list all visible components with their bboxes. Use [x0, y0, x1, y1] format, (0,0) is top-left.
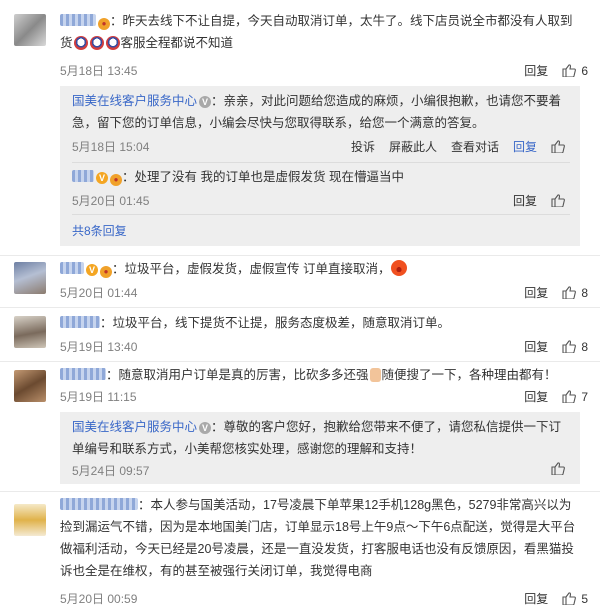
comment-text: ● ：昨天去线下不让自提，今天自动取消订单，太牛了。线下店员说全市都没有人取到货客…: [60, 14, 573, 50]
comment-actions: 回复 8: [510, 338, 588, 355]
username[interactable]: [60, 368, 106, 380]
like-count: 7: [581, 389, 588, 404]
username[interactable]: [60, 498, 138, 510]
thumbs-up-emoji-icon: [369, 368, 381, 382]
reply-item: 国美在线客户服务中心 V ：亲亲，对此问题给您造成的麻烦，小编很抱歉，也请您不要着急…: [72, 90, 570, 156]
medal-icon: ●: [100, 266, 112, 278]
comment-item: ：垃圾平台，线下提货不让提，服务态度极差，随意取消订单。 5月19日 13:40…: [0, 308, 600, 362]
more-replies-link[interactable]: 共8条回复: [72, 222, 127, 239]
reply-actions: 投诉 屏蔽此人 查看对话 回复: [337, 138, 570, 155]
like-count: 8: [581, 285, 588, 300]
divider: [72, 162, 570, 163]
comment-actions: 回复 6: [510, 62, 588, 79]
reply-text: 国美在线客户服务中心 V ：尊敬的客户您好，抱歉给您带来不便了，请您私信提供一下订单…: [72, 420, 562, 456]
comment-item: ：随意取消用户订单是真的厉害，比砍多多还强 随便搜了一下，各种理由都有！ 5月19…: [0, 362, 600, 492]
verified-icon: V: [86, 264, 98, 276]
comment-item: ：本人参与国美活动，17号凌晨下单苹果12手机128g黑色，5279非常高兴以为…: [0, 492, 600, 616]
like-button[interactable]: 8: [562, 286, 588, 300]
thumbs-up-icon: [562, 592, 577, 605]
avatar[interactable]: [14, 262, 46, 294]
thumbs-up-icon: [551, 462, 565, 475]
medal-icon: ●: [110, 174, 122, 186]
comment-time: 5月19日 11:15: [60, 390, 137, 404]
avatar[interactable]: [14, 370, 46, 402]
reply-button[interactable]: 回复: [524, 62, 548, 79]
like-button[interactable]: [551, 194, 570, 207]
thumbs-up-icon: [562, 64, 577, 77]
like-count: 5: [581, 591, 588, 606]
comment-item: V ● ：垃圾平台，虚假发货，虚假宣传 订单直接取消， 5月20日 01:44 回复…: [0, 256, 600, 308]
avatar[interactable]: [14, 14, 46, 46]
username[interactable]: [60, 14, 96, 26]
reply-author[interactable]: 国美在线客户服务中心: [72, 94, 197, 108]
comment-time: 5月20日 00:59: [60, 592, 138, 606]
username[interactable]: [60, 316, 100, 328]
reply-box: 国美在线客户服务中心 V ：亲亲，对此问题给您造成的麻烦，小编很抱歉，也请您不要着急…: [60, 86, 580, 246]
like-button[interactable]: 6: [562, 64, 588, 78]
like-button[interactable]: [551, 462, 570, 475]
view-conversation-button[interactable]: 查看对话: [451, 138, 499, 155]
avatar[interactable]: [14, 316, 46, 348]
reply-time: 5月18日 15:04: [72, 140, 150, 154]
comment-time: 5月20日 01:44: [60, 286, 138, 300]
like-button[interactable]: 5: [562, 592, 588, 606]
verified-icon: V: [199, 422, 212, 434]
report-button[interactable]: 投诉: [351, 138, 375, 155]
like-button[interactable]: 7: [562, 390, 588, 404]
reply-actions: 回复: [499, 192, 570, 209]
like-count: 8: [581, 339, 588, 354]
reply-text: V ● ：处理了没有 我的订单也是虚假发货 现在懵逼当中: [72, 166, 570, 188]
divider: [72, 214, 570, 215]
reply-button[interactable]: 回复: [524, 284, 548, 301]
reply-actions: [537, 462, 570, 475]
like-button[interactable]: 8: [562, 340, 588, 354]
reply-author[interactable]: [72, 170, 94, 182]
reply-button[interactable]: 回复: [524, 338, 548, 355]
comment-text: ：本人参与国美活动，17号凌晨下单苹果12手机128g黑色，5279非常高兴以为…: [60, 498, 576, 578]
comment-item: ● ：昨天去线下不让自提，今天自动取消订单，太牛了。线下店员说全市都没有人取到货客…: [0, 0, 600, 256]
comment-time: 5月19日 13:40: [60, 340, 138, 354]
reply-button[interactable]: 回复: [524, 388, 548, 405]
crying-emoji-icon: [73, 36, 88, 50]
crying-emoji-icon: [89, 36, 104, 50]
comment-actions: 回复 7: [510, 388, 588, 405]
reply-button[interactable]: 回复: [513, 138, 537, 155]
thumbs-up-icon: [551, 194, 565, 207]
thumbs-up-icon: [562, 286, 577, 299]
comment-text: ：垃圾平台，线下提货不让提，服务态度极差，随意取消订单。: [60, 312, 576, 334]
comment-list: ● ：昨天去线下不让自提，今天自动取消订单，太牛了。线下店员说全市都没有人取到货客…: [0, 0, 600, 616]
reply-button[interactable]: 回复: [513, 192, 537, 209]
verified-icon: V: [199, 96, 212, 108]
username[interactable]: [60, 262, 84, 274]
avatar[interactable]: [14, 504, 46, 536]
medal-icon: ●: [98, 18, 110, 30]
comment-actions: 回复 8: [510, 284, 588, 301]
reply-item: V ● ：处理了没有 我的订单也是虚假发货 现在懵逼当中 5月20日 01:45 回…: [72, 166, 570, 209]
reply-time: 5月24日 09:57: [72, 464, 150, 478]
angry-emoji-icon: [391, 260, 408, 276]
reply-box: 国美在线客户服务中心 V ：尊敬的客户您好，抱歉给您带来不便了，请您私信提供一下订单…: [60, 412, 580, 484]
reply-author[interactable]: 国美在线客户服务中心: [72, 420, 197, 434]
thumbs-up-icon: [551, 140, 565, 153]
comment-actions: 回复 5: [510, 590, 588, 607]
block-user-button[interactable]: 屏蔽此人: [389, 138, 437, 155]
reply-text: 国美在线客户服务中心 V ：亲亲，对此问题给您造成的麻烦，小编很抱歉，也请您不要着急…: [72, 94, 562, 130]
thumbs-up-icon: [562, 340, 577, 353]
thumbs-up-icon: [562, 390, 577, 403]
comment-text: V ● ：垃圾平台，虚假发货，虚假宣传 订单直接取消，: [60, 258, 576, 280]
comment-text: ：随意取消用户订单是真的厉害，比砍多多还强 随便搜了一下，各种理由都有！: [60, 364, 576, 386]
reply-item: 国美在线客户服务中心 V ：尊敬的客户您好，抱歉给您带来不便了，请您私信提供一下订单…: [72, 416, 570, 480]
comment-time: 5月18日 13:45: [60, 64, 138, 78]
reply-button[interactable]: 回复: [524, 590, 548, 607]
crying-emoji-icon: [105, 36, 120, 50]
like-count: 6: [581, 63, 588, 78]
reply-time: 5月20日 01:45: [72, 194, 150, 208]
like-button[interactable]: [551, 140, 570, 153]
verified-icon: V: [96, 172, 108, 184]
